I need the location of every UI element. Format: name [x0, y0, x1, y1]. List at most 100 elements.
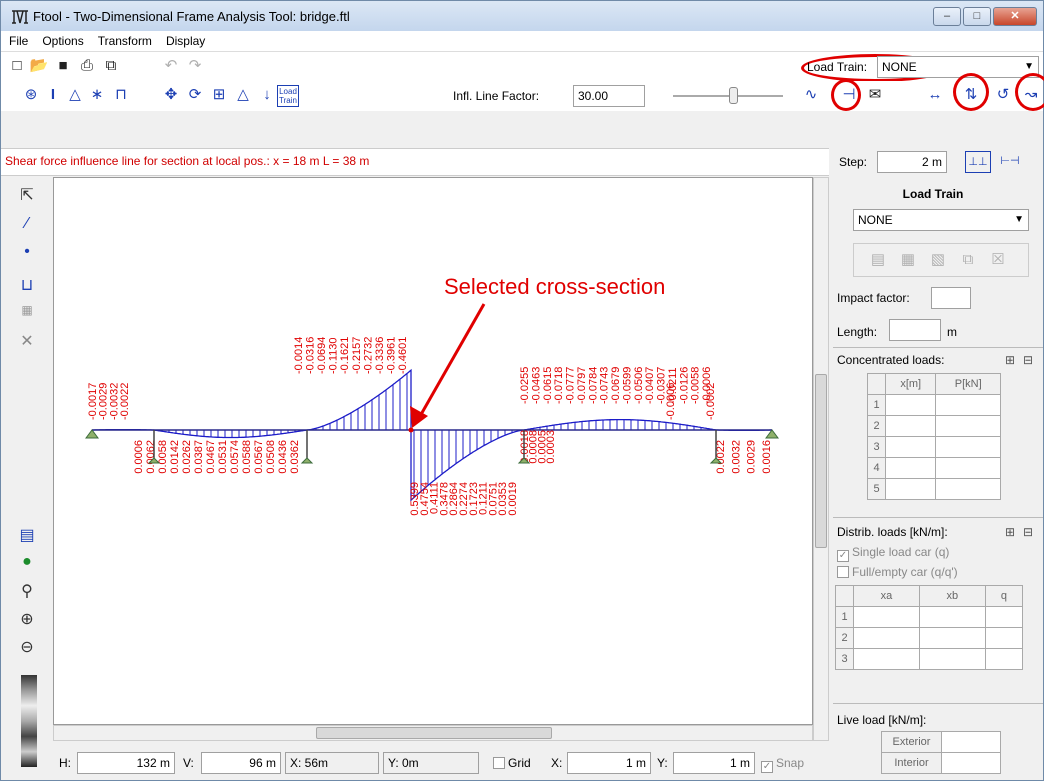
- move-icon[interactable]: ✥: [161, 85, 181, 105]
- impact-label: Impact factor:: [837, 291, 910, 305]
- remove-row-icon[interactable]: ⊟: [1023, 353, 1033, 367]
- node-support-icon[interactable]: ⊛: [21, 85, 41, 105]
- distributed-load-icon[interactable]: ⊞: [209, 85, 229, 105]
- table-row[interactable]: 2: [835, 627, 1024, 649]
- support-icon[interactable]: △: [65, 85, 85, 105]
- minimize-button[interactable]: –: [933, 7, 961, 26]
- table-row[interactable]: 3: [835, 648, 1024, 670]
- table-row[interactable]: Exterior: [881, 731, 1001, 753]
- menu-transform[interactable]: Transform: [90, 34, 158, 48]
- dimension-tool-icon[interactable]: ⊔: [15, 275, 39, 295]
- value-label: 0.0142: [169, 440, 181, 474]
- print-icon[interactable]: ⎙: [77, 56, 97, 76]
- grid-checkbox[interactable]: Grid: [493, 752, 531, 774]
- h-field[interactable]: 132 m: [77, 752, 175, 774]
- value-label: -0.4601: [397, 337, 409, 374]
- rotate-icon[interactable]: ⟳: [185, 85, 205, 105]
- drawing-canvas[interactable]: -0.0017 -0.0029 -0.0032 -0.0022 0.0006 0.0062…: [53, 177, 813, 725]
- full-empty-checkbox[interactable]: Full/empty car (q/q'): [837, 565, 958, 579]
- table-row[interactable]: 5: [867, 478, 1001, 500]
- distrib-loads-table[interactable]: xa xb q 1 2 3: [835, 585, 1024, 670]
- close-button[interactable]: ✕: [993, 7, 1037, 26]
- infl-slider-thumb[interactable]: [729, 87, 738, 104]
- table-row[interactable]: 3: [867, 436, 1001, 458]
- support-icon: [300, 457, 314, 464]
- influence-line-icon[interactable]: ∿: [801, 85, 821, 105]
- status-line: Shear force influence line for section a…: [1, 148, 829, 176]
- snap-checkbox[interactable]: ✓ Snap: [761, 752, 804, 774]
- point-load-icon[interactable]: ↓: [257, 85, 277, 105]
- section-icon[interactable]: I: [43, 85, 63, 105]
- new-file-icon[interactable]: □: [7, 56, 27, 76]
- undo-icon[interactable]: ↶: [161, 56, 181, 76]
- menu-file[interactable]: File: [1, 34, 34, 48]
- node-tool-icon[interactable]: •: [15, 243, 39, 261]
- value-label: -0.0058: [690, 367, 702, 404]
- x-readout: X: 56m: [285, 752, 379, 774]
- table-row[interactable]: Interior: [881, 752, 1001, 774]
- add-row-icon[interactable]: ⊞: [1005, 353, 1015, 367]
- open-folder-icon[interactable]: 📂: [29, 56, 49, 76]
- vertical-scroll-thumb[interactable]: [815, 374, 827, 548]
- open-doc-icon[interactable]: ▧: [928, 250, 948, 270]
- menu-options[interactable]: Options: [34, 34, 89, 48]
- horizontal-scroll-thumb[interactable]: [316, 727, 552, 739]
- vertical-scrollbar[interactable]: [813, 177, 829, 741]
- select-arrow-icon[interactable]: ⇱: [15, 185, 39, 205]
- zoom-icon[interactable]: ⚲: [15, 581, 39, 601]
- bending-moment-icon[interactable]: ↺: [993, 85, 1013, 105]
- copy-icon[interactable]: ⧉: [101, 56, 121, 76]
- save-doc-icon[interactable]: ▦: [898, 250, 918, 270]
- length-field[interactable]: [889, 319, 941, 341]
- display-icon[interactable]: ▤: [15, 525, 39, 545]
- table-row[interactable]: 2: [867, 415, 1001, 437]
- value-label: -0.2732: [362, 337, 374, 374]
- axial-force-icon[interactable]: ↔: [925, 85, 945, 105]
- remove-row-icon[interactable]: ⊟: [1023, 525, 1033, 539]
- grid-tool-icon[interactable]: ▦: [15, 303, 39, 317]
- value-label: 0.0032: [730, 440, 742, 474]
- grid-y-field[interactable]: 1 m: [673, 752, 755, 774]
- step-ruler-alt-icon[interactable]: ⊢⊣: [997, 151, 1023, 171]
- load-train-dropdown[interactable]: NONE ▼: [877, 56, 1039, 78]
- panel-select[interactable]: NONE ▼: [853, 209, 1029, 231]
- live-load-label: Live load [kN/m]:: [837, 713, 927, 727]
- line-tool-icon[interactable]: ∕: [15, 215, 39, 233]
- globe-icon[interactable]: ●: [15, 553, 39, 571]
- delete-tool-icon[interactable]: ✕: [15, 331, 39, 351]
- single-car-checkbox[interactable]: ✓ Single load car (q): [837, 545, 949, 562]
- live-load-table[interactable]: Exterior Interior: [881, 731, 1001, 774]
- infl-slider-track[interactable]: [673, 95, 783, 97]
- infl-factor-field[interactable]: 30.00: [573, 85, 645, 107]
- redo-icon[interactable]: ↷: [185, 56, 205, 76]
- hinge-icon[interactable]: ∗: [87, 85, 107, 105]
- cross-section-marker: [408, 427, 414, 433]
- linear-load-icon[interactable]: △: [233, 85, 253, 105]
- step-ruler-icon[interactable]: ⊥⊥: [965, 151, 991, 173]
- table-row[interactable]: 1: [835, 606, 1024, 628]
- table-row[interactable]: 1: [867, 394, 1001, 416]
- value-label: -0.1130: [328, 338, 340, 375]
- maximize-button[interactable]: □: [963, 7, 991, 26]
- menu-display[interactable]: Display: [158, 34, 211, 48]
- table-row[interactable]: 4: [867, 457, 1001, 479]
- step-field[interactable]: 2 m: [877, 151, 947, 173]
- add-row-icon[interactable]: ⊞: [1005, 525, 1015, 539]
- frame-icon[interactable]: ⊓: [111, 85, 131, 105]
- impact-field[interactable]: [931, 287, 971, 309]
- horizontal-scrollbar[interactable]: [53, 725, 813, 741]
- new-doc-icon[interactable]: ▤: [868, 250, 888, 270]
- grid-x-field[interactable]: 1 m: [567, 752, 651, 774]
- conc-loads-table[interactable]: x[m] P[kN] 1 2 3 4 5: [867, 373, 1001, 500]
- load-train-button[interactable]: Load Train: [277, 85, 299, 107]
- value-label: -0.0694: [316, 337, 328, 374]
- value-label: 0.0003: [545, 430, 557, 464]
- value-label: 0.0387: [193, 440, 205, 474]
- save-icon[interactable]: ■: [53, 56, 73, 76]
- envelope-icon[interactable]: ✉: [865, 85, 885, 105]
- delete-doc-icon[interactable]: ☒: [988, 250, 1008, 270]
- copy-doc-icon[interactable]: ⧉: [958, 250, 978, 270]
- v-field[interactable]: 96 m: [201, 752, 281, 774]
- zoom-out-icon[interactable]: ⊖: [15, 637, 39, 657]
- zoom-in-icon[interactable]: ⊕: [15, 609, 39, 629]
